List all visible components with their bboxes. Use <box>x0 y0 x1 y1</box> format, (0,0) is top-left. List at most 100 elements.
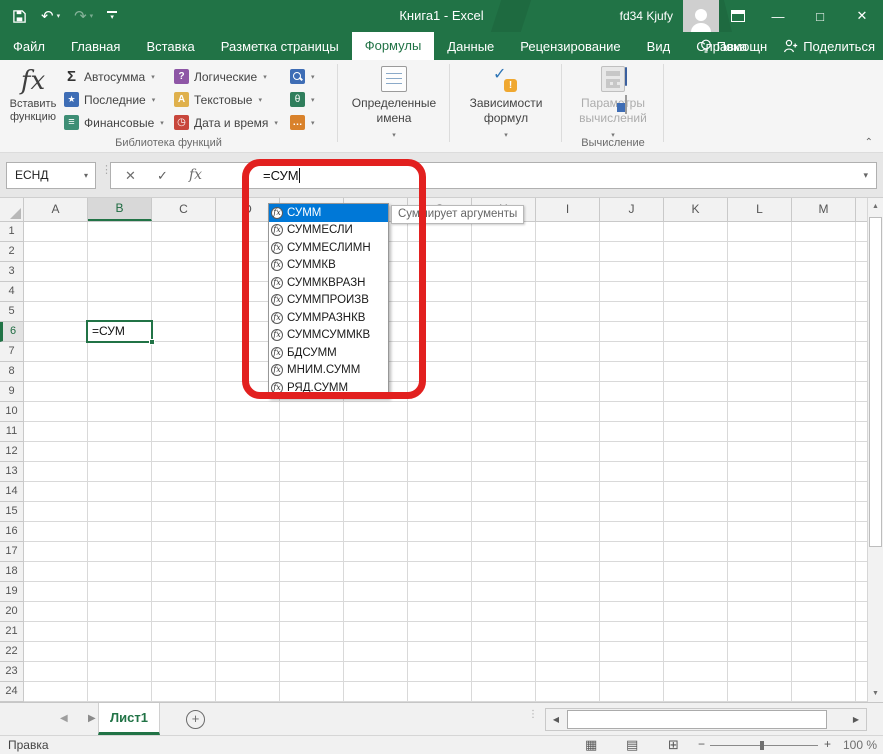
library-button-Финансовые[interactable]: Финансовые▾ <box>64 112 164 133</box>
column-header-J[interactable]: J <box>600 198 664 221</box>
user-name[interactable]: fd34 Kjufy <box>620 9 673 23</box>
row-header-4[interactable]: 4 <box>0 282 23 302</box>
active-cell-B6[interactable]: =СУМ <box>86 320 153 343</box>
function-option-СУММ[interactable]: СУММ <box>269 204 388 222</box>
function-option-СУММРАЗНКВ[interactable]: СУММРАЗНКВ <box>269 309 388 327</box>
row-header-13[interactable]: 13 <box>0 462 23 482</box>
tab-Вид[interactable]: Вид <box>634 33 684 60</box>
enter-icon[interactable]: ✓ <box>157 163 168 188</box>
library-button[interactable]: ▾ <box>290 89 315 110</box>
tab-Файл[interactable]: Файл <box>0 33 58 60</box>
formula-input[interactable]: =СУМ <box>263 163 300 188</box>
assistant-button[interactable]: Помощн <box>700 39 768 54</box>
horizontal-scrollbar-thumb[interactable] <box>567 710 827 729</box>
avatar[interactable] <box>683 0 719 32</box>
page-layout-view-icon[interactable]: ▤ <box>626 736 638 754</box>
scroll-down-icon[interactable]: ▼ <box>868 685 883 702</box>
share-button[interactable]: Поделиться <box>783 39 875 54</box>
normal-view-icon[interactable]: ▦ <box>585 736 597 754</box>
column-header-C[interactable]: C <box>152 198 216 221</box>
row-header-11[interactable]: 11 <box>0 422 23 442</box>
row-header-21[interactable]: 21 <box>0 622 23 642</box>
function-option-БДСУММ[interactable]: БДСУММ <box>269 344 388 362</box>
collapse-ribbon-button[interactable]: ⌃ <box>865 137 873 148</box>
column-header-A[interactable]: A <box>24 198 88 221</box>
next-sheet-icon[interactable]: ▶ <box>88 703 96 735</box>
select-all-button[interactable] <box>0 198 24 222</box>
maximize-button[interactable]: □ <box>799 0 841 32</box>
row-header-10[interactable]: 10 <box>0 402 23 422</box>
insert-function-button[interactable]: fx Вставить функцию <box>6 64 60 144</box>
tabbar-splitter[interactable]: ⋮ <box>528 711 538 719</box>
row-header-1[interactable]: 1 <box>0 222 23 242</box>
library-button-Автосумма[interactable]: Автосумма▾ <box>64 66 164 87</box>
calculate-sheet-button[interactable] <box>625 96 627 114</box>
tab-Главная[interactable]: Главная <box>58 33 133 60</box>
library-button[interactable]: ▾ <box>290 66 315 87</box>
function-option-СУММПРОИЗВ[interactable]: СУММПРОИЗВ <box>269 292 388 310</box>
column-header-B[interactable]: B <box>88 198 152 221</box>
insert-function-icon[interactable]: fx <box>189 163 202 188</box>
page-break-view-icon[interactable]: ⊞ <box>668 736 679 754</box>
vertical-scrollbar[interactable]: ▲ ▼ <box>867 198 883 702</box>
name-box-dropdown-icon[interactable]: ▾ <box>84 163 88 188</box>
scroll-up-icon[interactable]: ▲ <box>868 198 883 215</box>
tab-Данные[interactable]: Данные <box>434 33 507 60</box>
tab-Разметка страницы[interactable]: Разметка страницы <box>208 33 352 60</box>
row-header-5[interactable]: 5 <box>0 302 23 322</box>
column-header-K[interactable]: K <box>664 198 728 221</box>
formula-auditing-button[interactable]: Зависимости формул ▾ <box>453 64 559 140</box>
row-header-3[interactable]: 3 <box>0 262 23 282</box>
tab-Формулы[interactable]: Формулы <box>352 32 435 60</box>
scroll-left-icon[interactable]: ◀ <box>546 709 566 730</box>
fill-handle[interactable] <box>149 339 155 345</box>
zoom-in-button[interactable]: + <box>824 736 831 753</box>
row-header-24[interactable]: 24 <box>0 682 23 702</box>
close-button[interactable]: ✕ <box>841 0 883 32</box>
zoom-out-button[interactable]: − <box>698 736 705 753</box>
function-option-СУММКВ[interactable]: СУММКВ <box>269 257 388 275</box>
library-button-Текстовые[interactable]: Текстовые▾ <box>174 89 278 110</box>
scroll-right-icon[interactable]: ▶ <box>846 709 866 730</box>
sheet-tab-Лист1[interactable]: Лист1 <box>98 703 160 735</box>
horizontal-scrollbar[interactable]: ◀ ▶ <box>545 708 867 731</box>
row-header-18[interactable]: 18 <box>0 562 23 582</box>
vertical-scrollbar-thumb[interactable] <box>869 217 882 547</box>
tab-Рецензирование[interactable]: Рецензирование <box>507 33 633 60</box>
row-header-7[interactable]: 7 <box>0 342 23 362</box>
row-header-16[interactable]: 16 <box>0 522 23 542</box>
library-button-Логические[interactable]: Логические▾ <box>174 66 278 87</box>
row-header-6[interactable]: 6 <box>0 322 23 342</box>
column-header-L[interactable]: L <box>728 198 792 221</box>
calculate-now-button[interactable] <box>625 68 627 86</box>
library-button-Дата и время[interactable]: Дата и время▾ <box>174 112 278 133</box>
library-button[interactable]: ▾ <box>290 112 315 133</box>
tab-Вставка[interactable]: Вставка <box>133 33 207 60</box>
ribbon-display-options-button[interactable] <box>719 0 757 32</box>
minimize-button[interactable]: — <box>757 0 799 32</box>
expand-formula-bar-icon[interactable]: ▾ <box>863 163 868 188</box>
row-header-8[interactable]: 8 <box>0 362 23 382</box>
cell-grid[interactable] <box>24 222 867 702</box>
prev-sheet-icon[interactable]: ◀ <box>60 703 68 735</box>
library-button-Последние[interactable]: Последние▾ <box>64 89 164 110</box>
row-header-22[interactable]: 22 <box>0 642 23 662</box>
row-header-14[interactable]: 14 <box>0 482 23 502</box>
add-sheet-button[interactable]: + <box>186 710 205 729</box>
row-header-9[interactable]: 9 <box>0 382 23 402</box>
column-header-I[interactable]: I <box>536 198 600 221</box>
row-header-17[interactable]: 17 <box>0 542 23 562</box>
defined-names-button[interactable]: Определенные имена ▾ <box>341 64 447 140</box>
row-header-23[interactable]: 23 <box>0 662 23 682</box>
function-option-СУММКВРАЗН[interactable]: СУММКВРАЗН <box>269 274 388 292</box>
function-option-СУММЕСЛИ[interactable]: СУММЕСЛИ <box>269 222 388 240</box>
row-header-2[interactable]: 2 <box>0 242 23 262</box>
function-option-СУММЕСЛИМН[interactable]: СУММЕСЛИМН <box>269 239 388 257</box>
row-header-12[interactable]: 12 <box>0 442 23 462</box>
row-header-20[interactable]: 20 <box>0 602 23 622</box>
name-box[interactable]: ЕСНД ▾ <box>6 162 96 189</box>
zoom-slider-track[interactable] <box>710 745 818 746</box>
function-option-СУММСУММКВ[interactable]: СУММСУММКВ <box>269 327 388 345</box>
column-header-M[interactable]: M <box>792 198 856 221</box>
function-option-РЯД.СУММ[interactable]: РЯД.СУММ <box>269 379 388 397</box>
